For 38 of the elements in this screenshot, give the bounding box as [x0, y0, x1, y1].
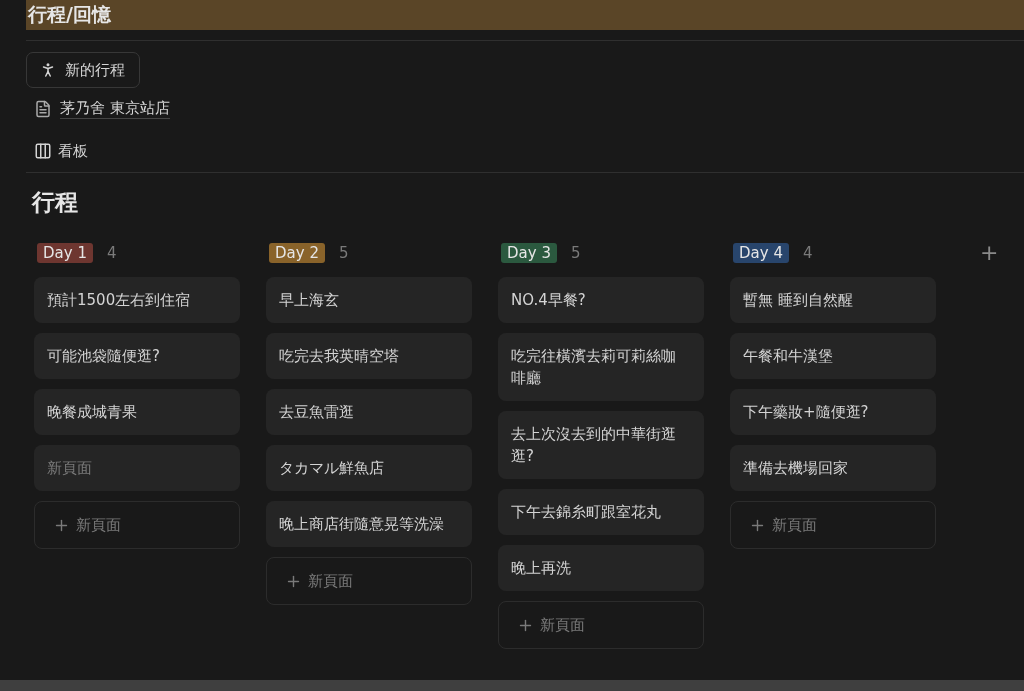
- board-card[interactable]: 晚上商店街隨意晃等洗澡: [266, 501, 472, 547]
- board-card[interactable]: NO.4早餐?: [498, 277, 704, 323]
- board-title: 行程: [30, 188, 79, 217]
- board-card[interactable]: 去上次沒去到的中華街逛逛?: [498, 411, 704, 479]
- board-card[interactable]: 晚餐成城青果: [34, 389, 240, 435]
- group-tag: Day 2: [269, 243, 325, 263]
- new-page-button[interactable]: 新頁面: [498, 601, 704, 649]
- card-count: 5: [570, 244, 581, 262]
- board-card[interactable]: 早上海玄: [266, 277, 472, 323]
- page-icon: [34, 100, 52, 118]
- card-count: 4: [106, 244, 117, 262]
- board-card[interactable]: 下午去錦糸町跟室花丸: [498, 489, 704, 535]
- board-card[interactable]: 暫無 睡到自然醒: [730, 277, 936, 323]
- board-card[interactable]: 去豆魚雷逛: [266, 389, 472, 435]
- board-card[interactable]: 下午藥妝+隨便逛?: [730, 389, 936, 435]
- untitled-card[interactable]: 新頁面: [34, 445, 240, 491]
- board-view-tab[interactable]: 看板: [26, 138, 88, 164]
- new-page-button[interactable]: 新頁面: [34, 501, 240, 549]
- board-card[interactable]: 晚上再洗: [498, 545, 704, 591]
- board-card[interactable]: 預計1500左右到住宿: [34, 277, 240, 323]
- board-card[interactable]: 吃完去我英晴空塔: [266, 333, 472, 379]
- board-card[interactable]: 午餐和牛漢堡: [730, 333, 936, 379]
- board-card[interactable]: 吃完往橫濱去莉可莉絲咖啡廳: [498, 333, 704, 401]
- add-group-button[interactable]: +: [972, 241, 1007, 265]
- new-page-button[interactable]: 新頁面: [730, 501, 936, 549]
- board-card[interactable]: 準備去機場回家: [730, 445, 936, 491]
- page-title: 行程/回憶: [26, 0, 1024, 30]
- group-tag: Day 3: [501, 243, 557, 263]
- board-card[interactable]: タカマル鮮魚店: [266, 445, 472, 491]
- group-tag: Day 1: [37, 243, 93, 263]
- new-trip-button[interactable]: 新的行程: [26, 52, 140, 88]
- new-page-button[interactable]: 新頁面: [266, 557, 472, 605]
- card-count: 4: [802, 244, 813, 262]
- group-tag: Day 4: [733, 243, 789, 263]
- page-link[interactable]: 茅乃舍 東京站店: [60, 99, 170, 119]
- card-count: 5: [338, 244, 349, 262]
- columns-icon: [34, 142, 52, 160]
- board-card[interactable]: 可能池袋隨便逛?: [34, 333, 240, 379]
